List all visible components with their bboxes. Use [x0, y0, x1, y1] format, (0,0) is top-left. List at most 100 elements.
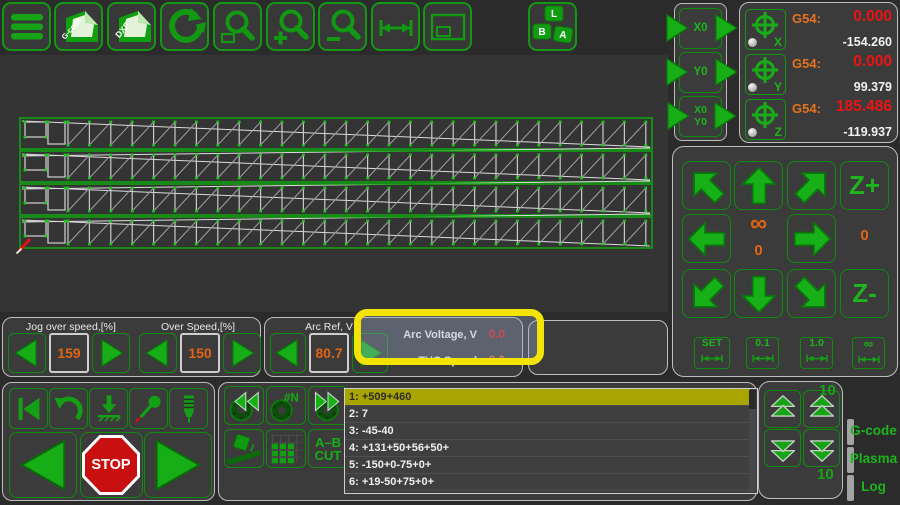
dro-row-z: Z G54: 185.486 -119.937 — [744, 98, 894, 141]
rotate-material-button[interactable] — [224, 429, 264, 468]
jog-over-speed-increase-button[interactable] — [92, 333, 130, 373]
refresh-button[interactable] — [160, 2, 209, 51]
refresh-icon — [164, 6, 206, 48]
gcode-line[interactable]: 6: +19-50+75+0+ — [345, 474, 750, 491]
forward-lines-button[interactable] — [308, 386, 348, 425]
tab-log[interactable]: Log — [847, 479, 900, 494]
axis-z-target-button[interactable]: Z — [745, 99, 786, 140]
xy-step-infinity-display: ∞ — [734, 210, 783, 238]
toolpath-preview-canvas[interactable] — [0, 55, 668, 312]
probe-button[interactable] — [129, 388, 168, 429]
jog-panel: Z+ ∞ 0 0 Z- SET 0.1 1.0 ∞ — [672, 146, 898, 377]
jog-down-button[interactable] — [734, 269, 783, 318]
step-0-1-button[interactable]: 0.1 — [746, 337, 779, 369]
zero-x-button[interactable]: X0 — [679, 8, 722, 49]
arc-ref-decrease-button[interactable] — [270, 333, 306, 373]
over-speed-decrease-button[interactable] — [139, 333, 177, 373]
svg-text:#N: #N — [284, 391, 299, 404]
return-button[interactable] — [49, 388, 88, 429]
distance-icon — [805, 350, 829, 368]
work-area-button[interactable] — [423, 2, 472, 51]
axis-letter: X — [774, 35, 782, 49]
jog-z-plus-button[interactable]: Z+ — [840, 161, 889, 210]
rewind-lines-button[interactable] — [224, 386, 264, 425]
jog-down-left-button[interactable] — [682, 269, 731, 318]
measure-button[interactable] — [371, 2, 420, 51]
svg-text:B: B — [538, 27, 545, 38]
goto-line-button[interactable]: #N — [266, 386, 306, 425]
step-set-button[interactable]: SET — [694, 337, 730, 369]
step-1-0-label: 1.0 — [809, 338, 824, 349]
ab-cut-label-2: CUT — [315, 449, 342, 462]
arc-ref-value[interactable]: 80.7 — [309, 333, 349, 373]
jog-over-speed-value[interactable]: 159 — [49, 333, 89, 373]
over-speed-label: Over Speed,[%] — [137, 321, 259, 333]
limit-status-ball — [748, 128, 757, 137]
over-speed-value[interactable]: 150 — [180, 333, 220, 373]
menu-button[interactable] — [2, 2, 51, 51]
jog-left-button[interactable] — [682, 214, 731, 263]
scroll-down-button[interactable] — [764, 429, 801, 467]
stop-button[interactable]: STOP — [80, 432, 143, 498]
jog-right-button[interactable] — [787, 214, 836, 263]
xy-step-display: 0 — [734, 242, 783, 259]
jog-up-button[interactable] — [734, 161, 783, 210]
zero-xy-button[interactable]: X0 Y0 — [679, 96, 722, 137]
step-continuous-button[interactable]: ∞ — [852, 337, 885, 369]
line-scroll-panel: 10 10 — [758, 381, 843, 499]
gcode-line[interactable]: 2: 7 — [345, 406, 750, 423]
gcode-list[interactable]: 1: +509+4602: 73: -45-404: +131+50+56+50… — [344, 388, 758, 494]
keyboard-shortcuts-button[interactable]: L B A — [528, 2, 577, 51]
machine-coordinate-x: -154.260 — [843, 35, 892, 49]
over-speed-increase-button[interactable] — [223, 333, 261, 373]
undo-arrow-icon — [53, 392, 85, 426]
tab-gcode[interactable]: G-code — [847, 423, 900, 438]
distance-icon — [751, 350, 775, 368]
axis-x-target-button[interactable]: X — [745, 9, 786, 50]
left-triangle-icon — [709, 99, 739, 135]
gcode-line[interactable]: 3: -45-40 — [345, 423, 750, 440]
jog-z-minus-button[interactable]: Z- — [840, 269, 889, 318]
scroll-up-button[interactable] — [764, 390, 801, 428]
gcode-line[interactable]: 4: +131+50+56+50+ — [345, 440, 750, 457]
gcode-line[interactable]: 1: +509+460 — [345, 389, 750, 406]
machine-coordinate-z: -119.937 — [843, 125, 892, 139]
touch-off-button[interactable] — [89, 388, 128, 429]
axis-y-target-button[interactable]: Y — [745, 54, 786, 95]
jog-up-left-button[interactable] — [682, 161, 731, 210]
step-1-0-button[interactable]: 1.0 — [800, 337, 833, 369]
big-left-arrow-icon — [13, 436, 73, 494]
run-backward-button[interactable] — [9, 432, 77, 498]
gcode-line[interactable]: 5: -150+0-75+0+ — [345, 457, 750, 474]
goto-start-button[interactable] — [9, 388, 48, 429]
limit-status-ball — [748, 83, 757, 92]
wcs-label: G54: — [792, 11, 821, 26]
jog-down-right-button[interactable] — [787, 269, 836, 318]
jog-over-speed-decrease-button[interactable] — [8, 333, 46, 373]
ab-cut-button[interactable]: A–B CUT — [308, 429, 348, 468]
limit-status-ball — [748, 38, 757, 47]
grid-nesting-button[interactable] — [266, 429, 306, 468]
gcode-panel: #N — [218, 382, 757, 501]
zoom-out-button[interactable] — [318, 2, 367, 51]
scrollbar-thumb[interactable] — [749, 390, 756, 409]
zoom-fit-button[interactable] — [213, 2, 262, 51]
zoom-in-button[interactable] — [266, 2, 315, 51]
scroll-down-10-button[interactable] — [803, 429, 840, 467]
step-continuous-label: ∞ — [864, 337, 873, 350]
axis-letter: Y — [774, 80, 782, 94]
stop-sign: STOP — [82, 435, 140, 495]
load-gcode-button[interactable]: G-code — [54, 2, 103, 51]
tab-plasma[interactable]: Plasma — [847, 451, 900, 466]
right-triangle-icon — [662, 99, 692, 135]
load-dxf-button[interactable]: DXF — [107, 2, 156, 51]
zero-y-button[interactable]: Y0 — [679, 52, 722, 93]
toolpath-drawing — [0, 55, 668, 312]
jog-up-right-button[interactable] — [787, 161, 836, 210]
axis-letter: Z — [775, 125, 782, 139]
distance-icon — [857, 351, 881, 369]
torch-button[interactable] — [169, 388, 208, 429]
dro-row-x: X G54: 0.000 -154.260 — [744, 8, 894, 51]
gcode-list-scrollbar[interactable] — [749, 390, 756, 492]
run-forward-button[interactable] — [144, 432, 212, 498]
